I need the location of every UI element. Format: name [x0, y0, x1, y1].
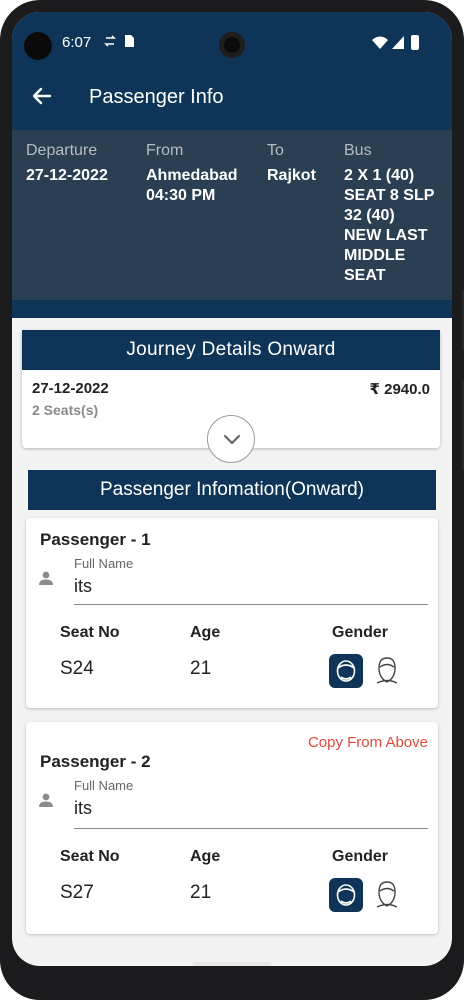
seat-number: S24	[60, 658, 94, 679]
seat-number: S27	[60, 882, 94, 903]
signal-icon	[392, 36, 404, 49]
copy-from-above-link[interactable]: Copy From Above	[308, 734, 428, 751]
wifi-icon	[372, 36, 388, 49]
person-icon	[39, 793, 53, 807]
from-value: Ahmedabad 04:30 PM	[146, 167, 238, 204]
screen: 6:07 Passenger Info Departure 27-12-2022…	[12, 12, 452, 966]
center-camera	[219, 32, 245, 58]
from-column: From Ahmedabad 04:30 PM	[146, 142, 238, 206]
status-time: 6:07	[62, 34, 92, 51]
expand-journey-button[interactable]	[207, 415, 255, 463]
chevron-down-icon	[223, 434, 241, 445]
full-name-underline	[74, 828, 428, 829]
to-column: To Rajkot	[267, 142, 316, 186]
full-name-input[interactable]: its	[74, 798, 92, 819]
age-input[interactable]: 21	[190, 882, 211, 904]
passenger-section-header: Passenger Infomation(Onward)	[28, 470, 436, 510]
age-label: Age	[190, 624, 221, 641]
gender-female-button[interactable]	[374, 656, 400, 686]
journey-details-header: Journey Details Onward	[22, 330, 440, 370]
bus-column: Bus 2 X 1 (40) SEAT 8 SLP 32 (40) NEW LA…	[344, 142, 434, 286]
departure-label: Departure	[26, 142, 98, 159]
passenger-card-1: Passenger - 1 Full Name its Seat No Age …	[26, 518, 438, 708]
passenger-title: Passenger - 2	[40, 752, 151, 771]
passenger-title: Passenger - 1	[40, 530, 151, 549]
phone-frame: 6:07 Passenger Info Departure 27-12-2022…	[0, 0, 464, 1000]
battery-icon	[411, 35, 419, 50]
full-name-input[interactable]: its	[74, 576, 92, 597]
app-bar: Passenger Info	[12, 64, 452, 130]
home-indicator[interactable]	[193, 962, 271, 966]
departure-column: Departure 27-12-2022	[26, 142, 108, 186]
person-icon	[39, 571, 53, 585]
gender-male-button[interactable]	[329, 654, 363, 688]
journey-seats: 2 Seats(s)	[32, 402, 99, 418]
trip-info-band: Departure 27-12-2022 From Ahmedabad 04:3…	[12, 130, 452, 300]
front-camera	[24, 32, 52, 60]
male-icon	[336, 884, 356, 906]
journey-date: 27-12-2022	[32, 380, 109, 397]
male-icon	[336, 660, 356, 682]
full-name-label: Full Name	[74, 778, 134, 793]
seat-no-label: Seat No	[60, 848, 120, 865]
gender-male-button[interactable]	[329, 878, 363, 912]
gender-label: Gender	[332, 848, 389, 865]
header-strip	[12, 300, 452, 318]
from-label: From	[146, 142, 184, 159]
bus-label: Bus	[344, 142, 372, 159]
gender-label: Gender	[332, 624, 389, 641]
gender-female-button[interactable]	[374, 880, 400, 910]
sim-card-icon	[125, 35, 134, 47]
bus-value: 2 X 1 (40) SEAT 8 SLP 32 (40) NEW LAST M…	[344, 167, 435, 284]
passenger-card-2: Copy From Above Passenger - 2 Full Name …	[26, 722, 438, 934]
to-label: To	[267, 142, 284, 159]
status-bar: 6:07	[12, 12, 452, 64]
page-title: Passenger Info	[89, 86, 224, 108]
seat-no-label: Seat No	[60, 624, 120, 641]
departure-value: 27-12-2022	[26, 167, 108, 184]
sync-icon	[104, 35, 116, 47]
full-name-underline	[74, 604, 428, 605]
to-value: Rajkot	[267, 167, 316, 184]
age-label: Age	[190, 848, 221, 865]
journey-price: ₹ 2940.0	[369, 381, 430, 398]
full-name-label: Full Name	[74, 556, 134, 571]
age-input[interactable]: 21	[190, 658, 211, 680]
back-arrow-icon[interactable]	[30, 84, 54, 108]
